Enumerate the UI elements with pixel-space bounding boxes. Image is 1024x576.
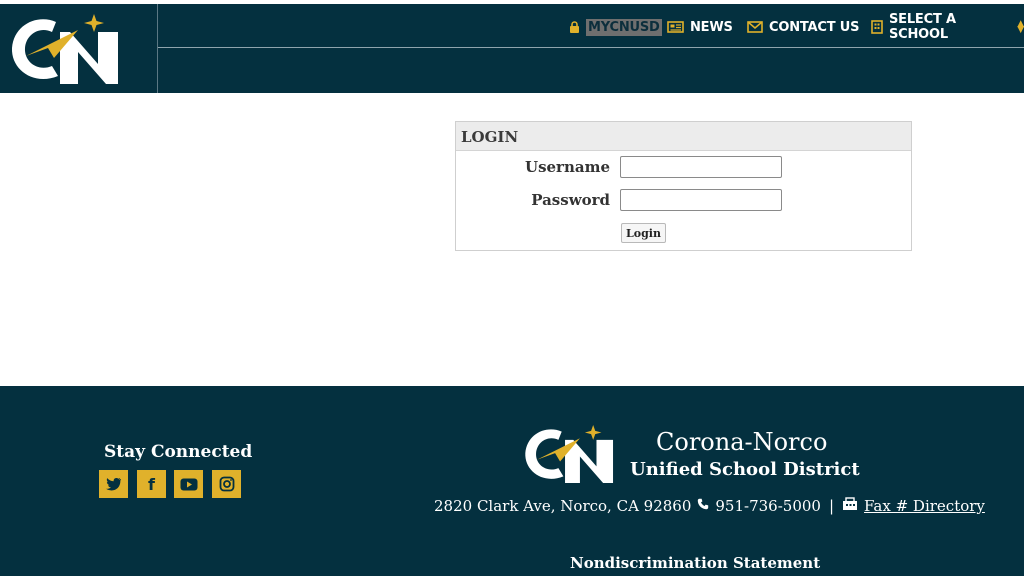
nav-mycnusd-label: MYCNUSD [586,18,662,36]
login-title: LOGIN [456,122,911,151]
site-footer: Stay Connected f Corona-Norco Unified Sc… [0,386,1024,576]
nondiscrimination-statement-heading[interactable]: Nondiscrimination Statement [570,554,820,572]
nav-contact-label: CONTACT US [769,19,860,35]
select-school-label: SELECT A SCHOOL [889,12,956,42]
address-text: 2820 Clark Ave, Norco, CA 92860 [434,497,692,515]
password-label: Password [531,191,610,209]
nav-mycnusd[interactable]: MYCNUSD [569,16,662,38]
phone-number: 951-736-5000 [715,497,821,515]
password-row: Password [456,189,911,213]
nav-contact-us[interactable]: CONTACT US [747,16,859,38]
newspaper-icon [667,21,684,33]
cn-logo-icon [11,14,118,84]
site-header: MYCNUSD NEWS CONTACT US SELECT A SCHOOL … [0,4,1024,93]
username-input[interactable] [620,156,782,178]
fax-icon [842,497,858,515]
contact-line: 2820 Clark Ave, Norco, CA 92860 951-736-… [434,497,985,515]
logo-link[interactable] [0,4,158,93]
building-icon [871,20,883,34]
facebook-icon[interactable]: f [137,470,166,498]
twitter-icon[interactable] [99,470,128,498]
sort-caret-icon: ▲ ▼ [1017,19,1024,35]
lock-icon [569,21,580,33]
select-school-dropdown[interactable]: SELECT A SCHOOL ▲ ▼ [871,12,1024,42]
district-name-line1: Corona-Norco [656,428,828,456]
instagram-icon[interactable] [212,470,241,498]
fax-directory-link[interactable]: Fax # Directory [864,497,985,515]
username-label: Username [524,158,610,176]
nav-news[interactable]: NEWS [667,16,733,38]
separator: | [828,497,835,515]
stay-connected-heading: Stay Connected [104,442,253,462]
username-row: Username [456,156,911,180]
password-input[interactable] [620,189,782,211]
footer-cn-logo-icon [525,425,614,483]
envelope-icon [747,21,763,33]
nav-news-label: NEWS [690,19,733,35]
phone-icon [697,498,709,514]
header-divider [158,47,1024,48]
district-name-line2: Unified School District [630,459,860,480]
youtube-icon[interactable] [174,470,203,498]
login-button[interactable]: Login [621,223,666,243]
login-panel: LOGIN Username Password Login [455,121,912,251]
